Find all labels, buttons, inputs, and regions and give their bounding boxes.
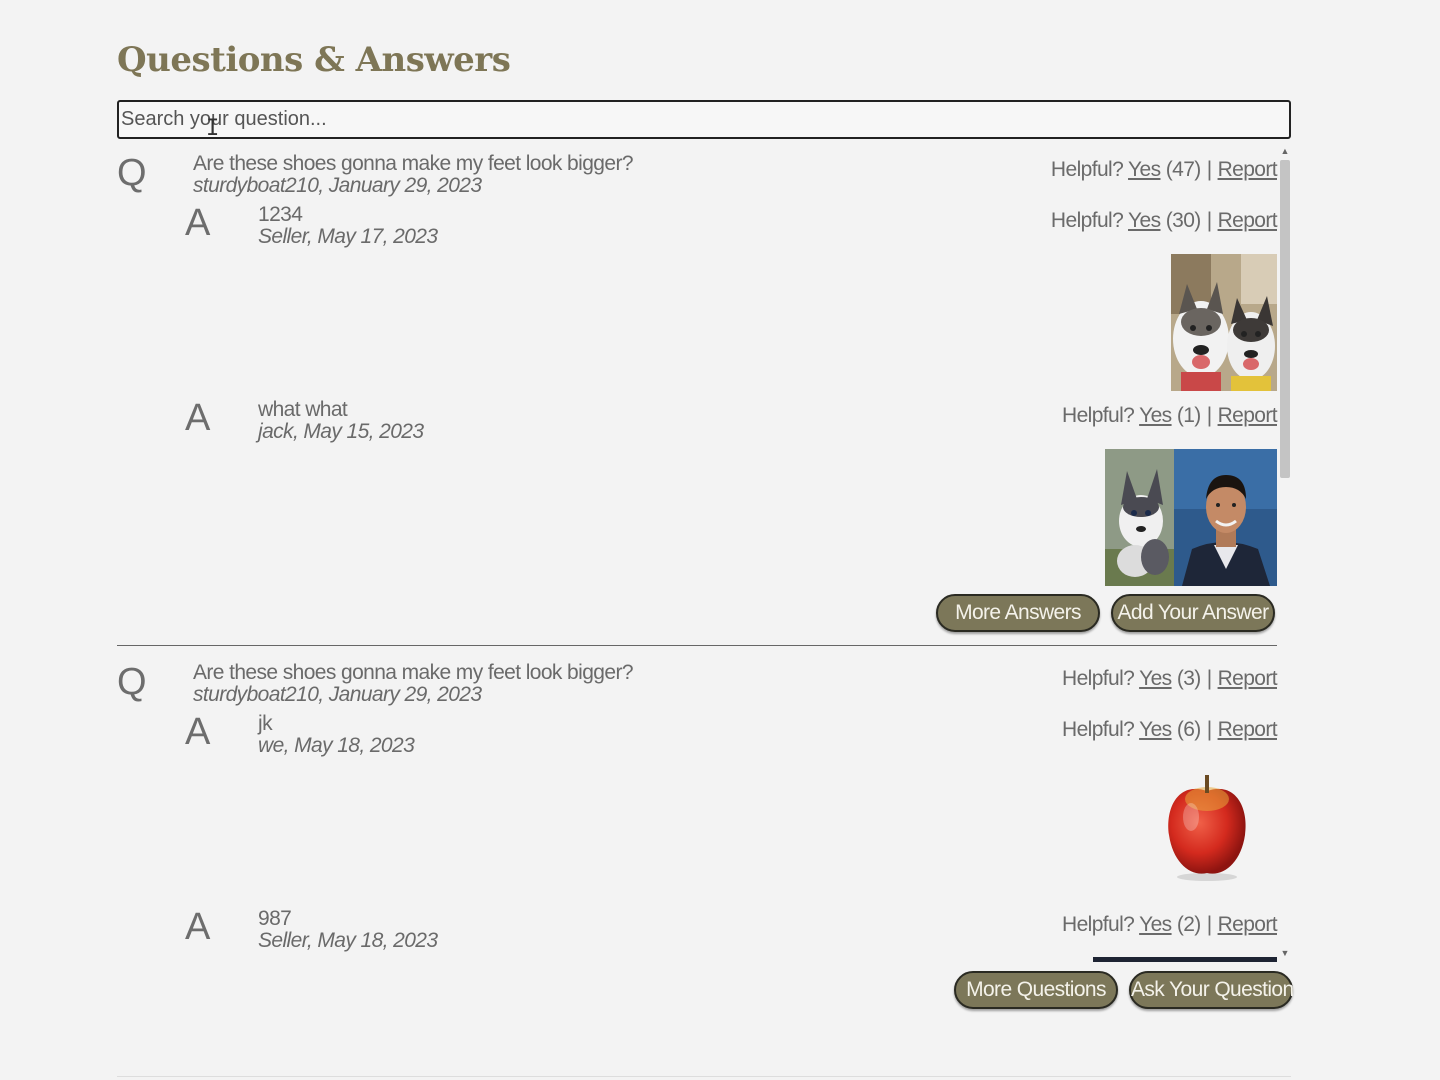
answer-text: jk [258,712,273,735]
question-helpful: Helpful? Yes (47) | Report [1050,158,1278,182]
helpful-count: (47) [1165,158,1202,181]
husky-puppy-photo[interactable] [1105,449,1174,586]
answer-meta: we, May 18, 2023 [258,734,415,757]
search-input[interactable] [117,100,1291,139]
two-huskies-photo[interactable] [1171,254,1277,391]
answer-helpful: Helpful? Yes (2) | Report [1062,913,1278,937]
answer-text: 1234 [258,203,303,226]
helpful-label: Helpful? [1062,667,1135,690]
report-link[interactable]: Report [1218,667,1278,690]
helpful-count: (30) [1165,209,1202,232]
more-questions-button[interactable]: More Questions [954,971,1118,1009]
report-link[interactable]: Report [1218,913,1278,936]
question-item: Q Are these shoes gonna make my feet loo… [117,655,1278,964]
qa-page: Questions & Answers I Q Are these shoes … [0,0,1440,1080]
scroll-down-arrow-icon[interactable]: ▼ [1280,948,1290,958]
report-link[interactable]: Report [1218,158,1278,181]
question-item: Q Are these shoes gonna make my feet loo… [117,146,1278,646]
answer-marker: A [185,202,211,244]
helpful-label: Helpful? [1062,404,1135,427]
helpful-label: Helpful? [1050,209,1124,232]
answer-meta: Seller, May 17, 2023 [258,225,438,248]
answer-marker: A [185,397,211,439]
horizontal-scroll-indicator [1093,957,1277,962]
answer-meta: jack, May 15, 2023 [258,420,424,443]
ask-question-button[interactable]: Ask Your Question [1129,971,1294,1009]
separator: | [1206,667,1212,690]
question-marker: Q [117,152,147,194]
questions-list[interactable]: Q Are these shoes gonna make my feet loo… [117,146,1293,964]
question-divider [117,645,1277,646]
more-answers-button[interactable]: More Answers [936,594,1100,632]
answer-meta: Seller, May 18, 2023 [258,929,438,952]
helpful-count: (2) [1176,913,1201,936]
answer-marker: A [185,906,211,948]
question-marker: Q [117,661,147,703]
separator: | [1206,718,1212,741]
add-answer-button[interactable]: Add Your Answer [1111,594,1275,632]
helpful-yes-link[interactable]: Yes [1139,913,1172,936]
separator: | [1206,913,1212,936]
red-apple-photo[interactable] [1157,773,1257,883]
answer-helpful: Helpful? Yes (6) | Report [1062,718,1278,742]
answer-helpful: Helpful? Yes (30) | Report [1050,209,1278,233]
answer-text: what what [258,398,348,421]
question-meta: sturdyboat210, January 29, 2023 [193,174,482,197]
man-portrait-photo[interactable] [1174,449,1277,586]
section-bottom-border [117,1076,1291,1077]
helpful-yes-link[interactable]: Yes [1128,209,1161,232]
answer-text: 987 [258,907,292,930]
helpful-yes-link[interactable]: Yes [1128,158,1161,181]
text-cursor-icon: I [206,116,220,141]
question-text: Are these shoes gonna make my feet look … [193,661,634,684]
scroll-up-arrow-icon[interactable]: ▲ [1280,146,1290,156]
question-meta: sturdyboat210, January 29, 2023 [193,683,482,706]
helpful-label: Helpful? [1062,913,1135,936]
helpful-count: (3) [1176,667,1201,690]
helpful-yes-link[interactable]: Yes [1139,404,1172,427]
list-scrollbar[interactable]: ▲ ▼ [1278,146,1292,958]
report-link[interactable]: Report [1218,718,1278,741]
helpful-yes-link[interactable]: Yes [1139,718,1172,741]
helpful-count: (1) [1176,404,1201,427]
report-link[interactable]: Report [1218,209,1278,232]
answer-marker: A [185,711,211,753]
separator: | [1206,158,1212,181]
report-link[interactable]: Report [1218,404,1278,427]
helpful-label: Helpful? [1062,718,1135,741]
answer-helpful: Helpful? Yes (1) | Report [1062,404,1278,428]
separator: | [1206,209,1212,232]
helpful-label: Helpful? [1050,158,1124,181]
separator: | [1206,404,1212,427]
scrollbar-thumb[interactable] [1280,160,1290,478]
question-helpful: Helpful? Yes (3) | Report [1062,667,1278,691]
helpful-count: (6) [1176,718,1201,741]
page-title: Questions & Answers [117,40,511,80]
helpful-yes-link[interactable]: Yes [1139,667,1172,690]
question-text: Are these shoes gonna make my feet look … [193,152,634,175]
